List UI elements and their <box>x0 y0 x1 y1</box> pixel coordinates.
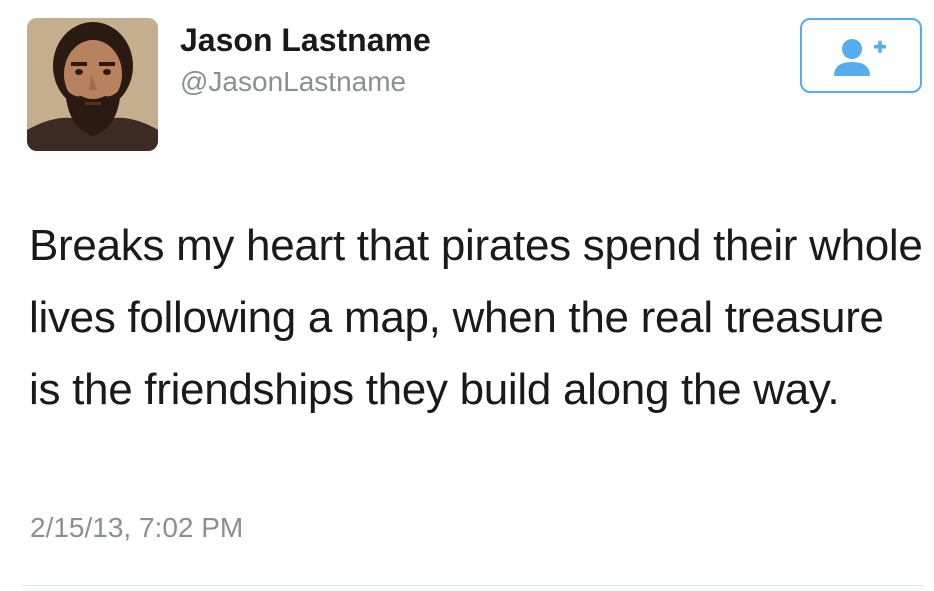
tweet-card: Jason Lastname @JasonLastname Breaks my … <box>0 0 934 591</box>
tweet-timestamp[interactable]: 2/15/13, 7:02 PM <box>30 512 243 544</box>
follow-button[interactable] <box>800 18 922 93</box>
divider <box>22 585 924 586</box>
display-name[interactable]: Jason Lastname <box>180 22 431 59</box>
avatar[interactable] <box>27 18 158 151</box>
tweet-text: Breaks my heart that pirates spend their… <box>29 221 923 414</box>
add-user-icon <box>834 39 886 76</box>
avatar-image <box>27 18 158 151</box>
user-handle[interactable]: @JasonLastname <box>180 66 406 98</box>
